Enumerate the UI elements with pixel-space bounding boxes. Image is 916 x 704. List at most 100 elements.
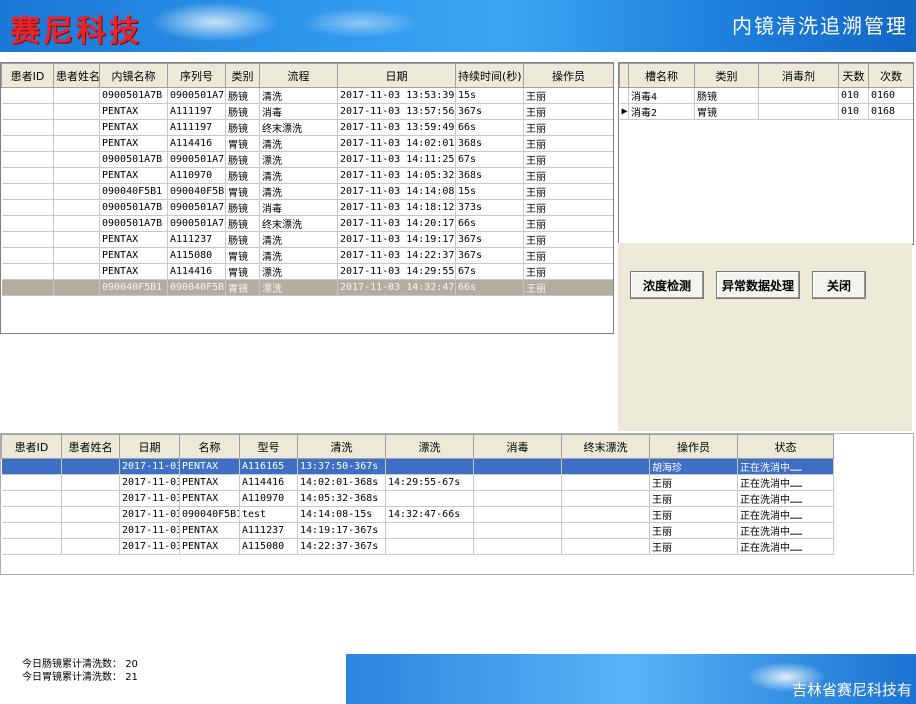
column-header[interactable]: 日期 bbox=[337, 63, 456, 88]
table-row[interactable]: PENTAX A115080 胃镜 清洗 2017-11-03 14:22:37 367s… bbox=[1, 247, 613, 264]
table-cell: A111237 bbox=[239, 522, 298, 539]
action-panel: 浓度检测 异常数据处理 关闭 bbox=[618, 243, 912, 431]
in-progress-grid[interactable]: 患者ID 患者姓名 日期 名称 型号 清洗 漂洗 消毒 终末漂洗 操作员 状态 2017-11-03… bbox=[0, 433, 914, 575]
table-cell bbox=[1, 135, 54, 152]
table-row[interactable]: PENTAX A111237 肠镜 清洗 2017-11-03 14:19:17 367s… bbox=[1, 231, 613, 248]
concentration-test-button[interactable]: 浓度检测 bbox=[630, 271, 704, 299]
column-header[interactable]: 内镜名称 bbox=[99, 63, 168, 88]
table-cell: 0168 bbox=[868, 103, 913, 120]
colon-count-value: 20 bbox=[125, 659, 138, 670]
column-header[interactable]: 患者ID bbox=[1, 63, 54, 88]
table-row[interactable]: 2017-11-03 PENTAX A111237 14:19:17-367s 王丽 正在… bbox=[1, 522, 834, 539]
column-header[interactable]: 患者ID bbox=[1, 434, 62, 459]
table-row[interactable]: PENTAX A110970 肠镜 清洗 2017-11-03 14:05:32 368s… bbox=[1, 167, 613, 184]
table-cell: 终末漂洗 bbox=[259, 119, 338, 136]
table-row[interactable]: 090040F5B1 090040F5B1 胃镜 漂洗 2017-11-03 14:32… bbox=[1, 279, 613, 296]
table-cell: 王丽 bbox=[523, 247, 613, 264]
table-cell bbox=[473, 490, 562, 507]
table-cell: 0900501A7B bbox=[167, 151, 226, 168]
table-cell: PENTAX bbox=[179, 458, 240, 475]
table-cell: 肠镜 bbox=[225, 167, 260, 184]
table-cell bbox=[61, 538, 120, 555]
table-row[interactable]: 0900501A7B 0900501A7B 肠镜 漂洗 2017-11-03 14:11… bbox=[1, 151, 613, 168]
table-row[interactable]: PENTAX A114416 胃镜 漂洗 2017-11-03 14:29:55 67s 王… bbox=[1, 263, 613, 280]
table-cell: 367s bbox=[455, 247, 524, 264]
column-header[interactable]: 序列号 bbox=[167, 63, 226, 88]
table-cell: 2017-11-03 14:11:25 bbox=[337, 151, 456, 168]
column-header[interactable]: 操作员 bbox=[649, 434, 738, 459]
table-cell: A114416 bbox=[167, 135, 226, 152]
table-cell: 66s bbox=[455, 215, 524, 232]
tank-grid[interactable]: 槽名称 类别 消毒剂 天数 次数 消毒4 肠镜 010 0160 ▶ 消毒2 胃镜 010 0168 bbox=[618, 62, 914, 245]
column-header[interactable]: 持续时间(秒) bbox=[455, 63, 524, 88]
table-row[interactable]: 090040F5B1 090040F5B1 胃镜 清洗 2017-11-03 14:14… bbox=[1, 183, 613, 200]
column-header[interactable]: 患者姓名 bbox=[53, 63, 100, 88]
table-cell: 14:32:47-66s bbox=[385, 506, 474, 523]
column-header[interactable]: 漂洗 bbox=[385, 434, 474, 459]
table-cell bbox=[1, 167, 54, 184]
table-row[interactable]: 2017-11-03 PENTAX A116165 13:37:50-367s 胡海珍正… bbox=[1, 458, 834, 475]
column-header[interactable]: 终末漂洗 bbox=[561, 434, 650, 459]
column-header[interactable]: 天数 bbox=[838, 63, 869, 88]
column-header[interactable]: 型号 bbox=[239, 434, 298, 459]
column-header[interactable] bbox=[619, 63, 629, 88]
table-cell: 王丽 bbox=[523, 199, 613, 216]
column-header[interactable]: 类别 bbox=[694, 63, 759, 88]
close-button[interactable]: 关闭 bbox=[812, 271, 866, 299]
table-row[interactable]: 2017-11-03 PENTAX A114416 14:02:01-368s 14:2… bbox=[1, 474, 834, 491]
table-cell: 367s bbox=[455, 231, 524, 248]
table-cell: 0900501A7B bbox=[99, 151, 168, 168]
table-cell: 2017-11-03 bbox=[119, 522, 180, 539]
table-cell: 67s bbox=[455, 263, 524, 280]
table-cell bbox=[561, 458, 650, 475]
table-cell: 王丽 bbox=[649, 522, 738, 539]
table-cell: 2017-11-03 14:29:55 bbox=[337, 263, 456, 280]
column-header[interactable]: 类别 bbox=[225, 63, 260, 88]
table-cell bbox=[61, 458, 120, 475]
wash-records-grid[interactable]: 患者ID 患者姓名 内镜名称 序列号 类别 流程 日期 持续时间(秒) 操作员 0900501A… bbox=[0, 62, 614, 334]
table-row[interactable]: 2017-11-03 090040F5B1 test 14:14:08-15s 14:3… bbox=[1, 506, 834, 523]
table-cell: 368s bbox=[455, 167, 524, 184]
table-cell: A110970 bbox=[239, 490, 298, 507]
tank-row[interactable]: 消毒4 肠镜 010 0160 bbox=[619, 87, 913, 104]
table-cell: 胃镜 bbox=[225, 279, 260, 296]
abnormal-data-button[interactable]: 异常数据处理 bbox=[716, 271, 800, 299]
table-cell: test bbox=[239, 506, 298, 523]
column-header[interactable]: 次数 bbox=[868, 63, 913, 88]
table-cell: 王丽 bbox=[523, 279, 613, 296]
table-cell bbox=[53, 87, 100, 104]
tank-row[interactable]: ▶ 消毒2 胃镜 010 0168 bbox=[619, 103, 913, 120]
table-row[interactable]: 0900501A7B 0900501A7B 肠镜 终末漂洗 2017-11-03 14:… bbox=[1, 215, 613, 232]
table-row[interactable]: 0900501A7B 0900501A7B 肠镜 消毒 2017-11-03 14:18… bbox=[1, 199, 613, 216]
column-header[interactable]: 状态 bbox=[737, 434, 834, 459]
column-header[interactable]: 患者姓名 bbox=[61, 434, 120, 459]
column-header[interactable]: 消毒剂 bbox=[758, 63, 839, 88]
table-cell: 0900501A7B bbox=[99, 87, 168, 104]
table-cell bbox=[1, 247, 54, 264]
column-header[interactable]: 流程 bbox=[259, 63, 338, 88]
table-cell bbox=[53, 167, 100, 184]
table-cell: 消毒2 bbox=[628, 103, 695, 120]
table-cell: 14:19:17-367s bbox=[297, 522, 386, 539]
table-row[interactable]: 0900501A7B 0900501A7B 肠镜 清洗 2017-11-03 13:53… bbox=[1, 87, 613, 104]
table-row[interactable]: PENTAX A111197 肠镜 消毒 2017-11-03 13:57:56 367s… bbox=[1, 103, 613, 120]
table-cell: PENTAX bbox=[99, 231, 168, 248]
table-row[interactable]: 2017-11-03 PENTAX A110970 14:05:32-368s 王丽 正在… bbox=[1, 490, 834, 507]
column-header[interactable]: 日期 bbox=[119, 434, 180, 459]
column-header[interactable]: 清洗 bbox=[297, 434, 386, 459]
table-cell: A111197 bbox=[167, 103, 226, 120]
table-cell: 王丽 bbox=[523, 167, 613, 184]
table-cell: A115080 bbox=[239, 538, 298, 555]
table-cell bbox=[53, 183, 100, 200]
table-row[interactable]: PENTAX A114416 胃镜 清洗 2017-11-03 14:02:01 368s… bbox=[1, 135, 613, 152]
column-header[interactable]: 名称 bbox=[179, 434, 240, 459]
column-header[interactable]: 操作员 bbox=[523, 63, 613, 88]
table-cell: 2017-11-03 bbox=[119, 506, 180, 523]
table-row[interactable]: 2017-11-03 PENTAX A115080 14:22:37-367s 王丽 正在… bbox=[1, 538, 834, 555]
table-cell: 正在洗消中…… bbox=[737, 490, 834, 507]
column-header[interactable]: 消毒 bbox=[473, 434, 562, 459]
table-cell bbox=[1, 458, 62, 475]
column-header[interactable]: 槽名称 bbox=[628, 63, 695, 88]
table-row[interactable]: PENTAX A111197 肠镜 终末漂洗 2017-11-03 13:59:49 66… bbox=[1, 119, 613, 136]
table-cell: 胡海珍 bbox=[649, 458, 738, 475]
